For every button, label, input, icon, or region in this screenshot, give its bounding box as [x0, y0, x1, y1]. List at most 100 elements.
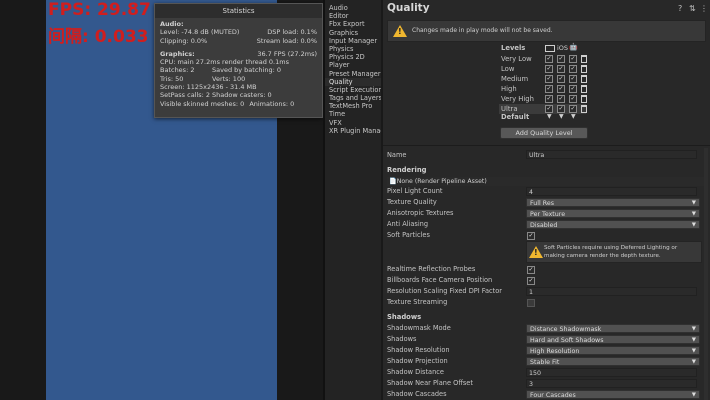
default-standalone-dropdown[interactable]: ▼ [547, 113, 552, 120]
soft-particles-warning-text: Soft Particles require using Deferred Li… [544, 245, 678, 259]
name-field[interactable]: Ultra [526, 150, 697, 159]
shadows-dropdown[interactable]: Hard and Soft Shadows ▼ [526, 335, 700, 344]
chevron-down-icon: ▼ [691, 200, 696, 206]
shadow-near-plane-field[interactable]: 3 [526, 379, 697, 388]
add-quality-level-button[interactable]: Add Quality Level [500, 127, 588, 139]
shadowmask-mode-dropdown[interactable]: Distance Shadowmask ▼ [526, 324, 700, 333]
quality-level-name: High [501, 85, 517, 93]
quality-level-row[interactable]: Very Low ✓ ✓ ✓ [499, 54, 587, 64]
android-level-checkbox[interactable]: ✓ [569, 75, 577, 83]
chevron-down-icon: ▼ [691, 211, 696, 217]
pixel-light-count-field[interactable]: 4 [526, 187, 697, 196]
quality-level-row[interactable]: Medium ✓ ✓ ✓ [499, 74, 587, 84]
standalone-level-checkbox[interactable]: ✓ [545, 105, 553, 113]
category-item[interactable]: Preset Manager [325, 70, 381, 78]
shadow-resolution-dropdown[interactable]: High Resolution ▼ [526, 346, 700, 355]
ios-level-checkbox[interactable]: ✓ [557, 105, 565, 113]
standalone-level-checkbox[interactable]: ✓ [545, 85, 553, 93]
category-item[interactable]: Tags and Layers [325, 94, 381, 102]
statistics-title: Statistics [155, 4, 322, 18]
chevron-down-icon: ▼ [691, 337, 696, 343]
ios-level-checkbox[interactable]: ✓ [557, 85, 565, 93]
standalone-level-checkbox[interactable]: ✓ [545, 55, 553, 63]
shadow-projection-value: Stable Fit [530, 359, 560, 366]
category-item[interactable]: Player [325, 61, 381, 69]
shadows-header: Shadows [387, 313, 422, 321]
trash-icon[interactable] [581, 95, 587, 103]
quality-level-row[interactable]: Very High ✓ ✓ ✓ [499, 94, 587, 104]
shadow-cascades-label: Shadow Cascades [387, 390, 447, 398]
batches: Batches: 2 [160, 66, 195, 75]
trash-icon[interactable] [581, 85, 587, 93]
category-item[interactable]: Audio [325, 4, 381, 12]
rendering-header: Rendering [387, 166, 427, 174]
standalone-level-checkbox[interactable]: ✓ [545, 65, 553, 73]
ios-level-checkbox[interactable]: ✓ [557, 55, 565, 63]
android-level-checkbox[interactable]: ✓ [569, 85, 577, 93]
shadow-resolution-label: Shadow Resolution [387, 346, 450, 354]
trash-icon[interactable] [581, 65, 587, 73]
category-item[interactable]: VFX [325, 119, 381, 127]
inspector-scrollbar[interactable] [704, 148, 708, 400]
shadows-value: Hard and Soft Shadows [530, 337, 604, 344]
name-label: Name [387, 151, 407, 159]
category-item[interactable]: Quality [325, 77, 381, 86]
chevron-down-icon: ▼ [691, 392, 696, 398]
android-level-checkbox[interactable]: ✓ [569, 55, 577, 63]
help-icon[interactable]: ? [678, 4, 682, 13]
category-item[interactable]: Time [325, 110, 381, 118]
ios-level-checkbox[interactable]: ✓ [557, 75, 565, 83]
category-item[interactable]: Physics [325, 45, 381, 53]
texture-streaming-checkbox[interactable] [527, 299, 535, 307]
shadow-projection-label: Shadow Projection [387, 357, 448, 365]
android-level-checkbox[interactable]: ✓ [569, 65, 577, 73]
soft-particles-checkbox[interactable]: ✓ [527, 232, 535, 240]
quality-inspector: Quality ? ⇅ ⋮ ! Changes made in play mod… [383, 0, 710, 400]
quality-level-row[interactable]: High ✓ ✓ ✓ [499, 84, 587, 94]
android-level-checkbox[interactable]: ✓ [569, 95, 577, 103]
trash-icon[interactable] [581, 105, 587, 113]
soft-particles-warning: ! Soft Particles require using Deferred … [526, 241, 702, 263]
preset-icon[interactable]: ⇅ [689, 4, 696, 13]
trash-icon[interactable] [581, 55, 587, 63]
category-item[interactable]: Editor [325, 12, 381, 20]
category-item[interactable]: Script Execution [325, 86, 381, 94]
realtime-reflection-probes-checkbox[interactable]: ✓ [527, 266, 535, 274]
anisotropic-textures-value: Per Texture [530, 211, 566, 218]
default-ios-dropdown[interactable]: ▼ [559, 113, 564, 120]
category-item[interactable]: XR Plugin Manage [325, 127, 381, 135]
render-pipeline-asset-field[interactable]: 📄None (Render Pipeline Asset) [387, 177, 704, 186]
quality-level-name: Very Low [501, 55, 532, 63]
chevron-down-icon: ▼ [691, 222, 696, 228]
shadow-projection-dropdown[interactable]: Stable Fit ▼ [526, 357, 700, 366]
anisotropic-textures-dropdown[interactable]: Per Texture ▼ [526, 209, 700, 218]
fps-overlay: FPS: 29.87 [48, 0, 151, 20]
category-item[interactable]: Graphics [325, 29, 381, 37]
android-level-checkbox[interactable]: ✓ [569, 105, 577, 113]
shadow-resolution-value: High Resolution [530, 348, 580, 355]
standalone-level-checkbox[interactable]: ✓ [545, 95, 553, 103]
ios-level-checkbox[interactable]: ✓ [557, 95, 565, 103]
resolution-scaling-field[interactable]: 1 [526, 287, 697, 296]
shadowmask-mode-value: Distance Shadowmask [530, 326, 602, 333]
anti-aliasing-dropdown[interactable]: Disabled ▼ [526, 220, 700, 229]
shadow-cascades-dropdown[interactable]: Four Cascades ▼ [526, 390, 700, 399]
texture-quality-dropdown[interactable]: Full Res ▼ [526, 198, 700, 207]
category-item[interactable]: Input Manager [325, 37, 381, 45]
standalone-level-checkbox[interactable]: ✓ [545, 75, 553, 83]
trash-icon[interactable] [581, 75, 587, 83]
game-view: FPS: 29.87 间隔: 0.033 Statistics Audio: L… [0, 0, 323, 400]
fps-value: 36.7 FPS (27.2ms) [257, 49, 317, 58]
quality-level-row[interactable]: Low ✓ ✓ ✓ [499, 64, 587, 74]
shadow-distance-field[interactable]: 150 [526, 368, 697, 377]
tris: Tris: 50 [160, 74, 184, 83]
category-item[interactable]: Physics 2D [325, 53, 381, 61]
ios-level-checkbox[interactable]: ✓ [557, 65, 565, 73]
more-icon[interactable]: ⋮ [700, 4, 708, 13]
billboards-face-camera-checkbox[interactable]: ✓ [527, 277, 535, 285]
standalone-platform-icon [545, 45, 555, 52]
category-item[interactable]: Fbx Export [325, 20, 381, 28]
warning-icon: ! [393, 25, 407, 37]
category-item[interactable]: TextMesh Pro [325, 102, 381, 110]
default-android-dropdown[interactable]: ▼ [571, 113, 576, 120]
